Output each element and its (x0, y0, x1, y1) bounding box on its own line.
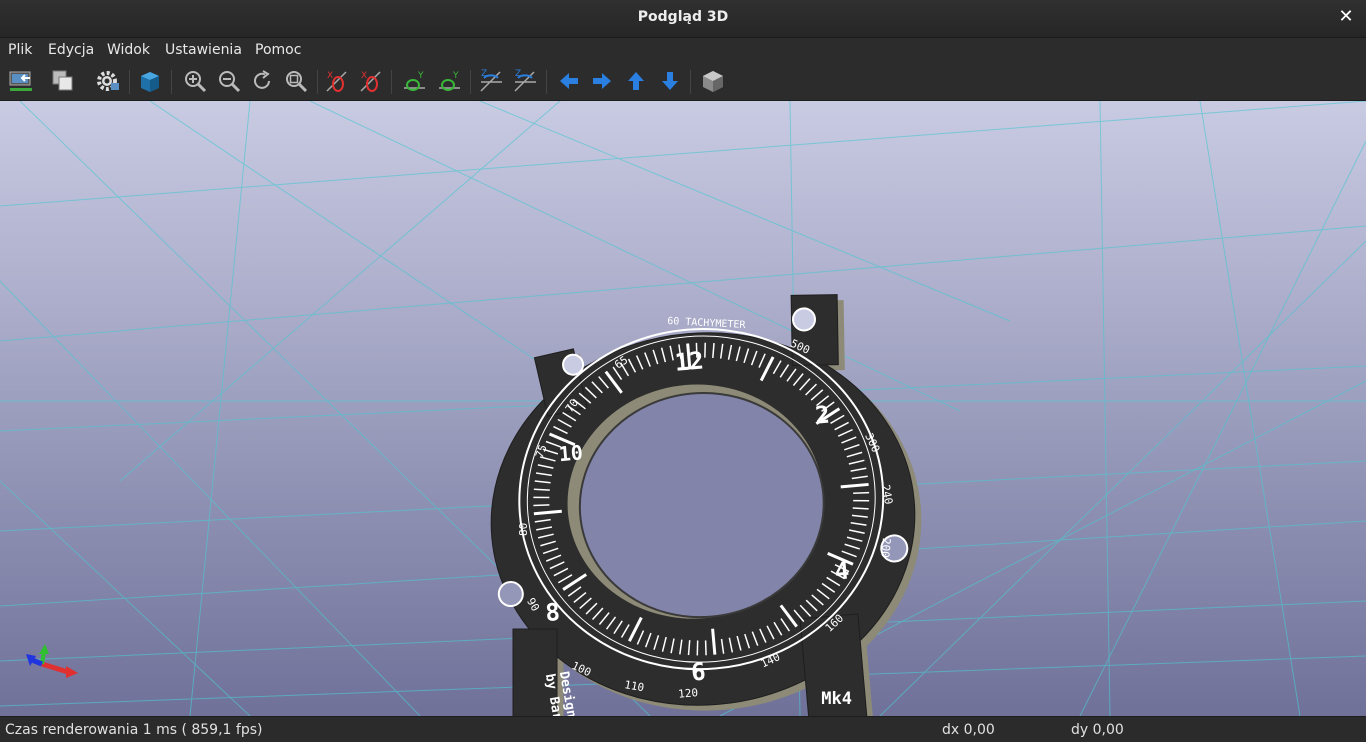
zoom-fit-icon (286, 71, 308, 93)
title-bar: Podgląd 3D ✕ (0, 0, 1366, 38)
menu-edycja[interactable]: Edycja (48, 42, 94, 58)
rotate-x-ccw-button[interactable]: X (356, 66, 386, 96)
move-up-icon (628, 72, 644, 90)
rotate-x-cw-button[interactable]: X (322, 66, 352, 96)
dial-numeral-8: 8 (544, 598, 561, 627)
svg-text:X: X (361, 71, 367, 81)
rotate-y-cw-button[interactable]: Y (399, 66, 429, 96)
toolbar: X X Y Y Z Z (0, 64, 1366, 101)
rotate-x-ccw-icon: X (360, 71, 381, 92)
rotate-z-cw-button[interactable]: Z (476, 66, 506, 96)
scale-200: 200 (878, 537, 893, 558)
rotate-z-ccw-button[interactable]: Z (510, 66, 540, 96)
svg-text:Y: Y (452, 71, 459, 81)
copy-image-button[interactable] (48, 66, 78, 96)
rotate-z-ccw-icon: Z (514, 69, 536, 92)
settings-gear-icon (97, 71, 119, 91)
window-title: Podgląd 3D (637, 9, 729, 25)
dial-numeral-6: 6 (690, 657, 707, 686)
menu-widok[interactable]: Widok (107, 42, 150, 58)
menu-pomoc[interactable]: Pomoc (255, 42, 301, 58)
dx-readout: dx 0,00 (942, 722, 995, 738)
toolbar-separator (317, 70, 318, 94)
toolbar-separator (470, 70, 471, 94)
render-button[interactable] (135, 66, 165, 96)
menu-plik[interactable]: Plik (8, 42, 32, 58)
scale-80: 80 (517, 523, 530, 536)
lug-hole (497, 581, 524, 608)
zoom-in-button[interactable] (180, 66, 210, 96)
status-bar: Czas renderowania 1 ms ( 859,1 fps) dx 0… (0, 716, 1366, 742)
redraw-icon (254, 70, 270, 89)
menu-ustawienia[interactable]: Ustawienia (165, 42, 242, 58)
lug-hole (791, 307, 816, 332)
menu-bar: Plik Edycja Widok Ustawienia Pomoc (0, 38, 1366, 64)
svg-text:X: X (327, 71, 333, 81)
rotate-y-ccw-button[interactable]: Y (434, 66, 464, 96)
home-view-icon (703, 71, 723, 92)
settings-button[interactable] (92, 66, 122, 96)
rotate-x-cw-icon: X (326, 71, 347, 92)
toolbar-separator (546, 70, 547, 94)
toolbar-separator (690, 70, 691, 94)
move-down-icon (662, 72, 678, 90)
dy-readout: dy 0,00 (1071, 722, 1124, 738)
svg-text:Z: Z (481, 69, 487, 79)
redraw-button[interactable] (247, 66, 277, 96)
rotate-y-cw-icon: Y (404, 71, 425, 91)
reload-board-icon (9, 71, 32, 91)
home-view-button[interactable] (698, 66, 728, 96)
svg-text:Y: Y (417, 71, 424, 81)
reload-board-button[interactable] (6, 66, 36, 96)
zoom-out-button[interactable] (214, 66, 244, 96)
rotate-z-cw-icon: Z (480, 69, 502, 92)
render-cube-icon (141, 72, 159, 92)
close-button[interactable]: ✕ (1336, 7, 1356, 27)
rotate-y-ccw-icon: Y (439, 71, 460, 91)
dial-numeral-10: 10 (558, 440, 584, 466)
zoom-fit-button[interactable] (281, 66, 311, 96)
scene-canvas[interactable]: 12 2 4 6 8 10 60 TACHYMETER 500 300 240 … (0, 101, 1366, 716)
dial-numeral-2: 2 (814, 401, 831, 430)
move-down-button[interactable] (655, 66, 685, 96)
move-right-icon (593, 73, 611, 89)
render-time-label: Czas renderowania 1 ms ( 859,1 fps) (5, 722, 263, 738)
dial-numeral-4: 4 (834, 557, 851, 586)
lug-label-mk4: Mk4 (821, 689, 852, 709)
toolbar-separator (129, 70, 130, 94)
move-right-button[interactable] (587, 66, 617, 96)
scale-120: 120 (678, 686, 699, 701)
zoom-in-icon (185, 71, 207, 93)
zoom-out-icon (219, 71, 241, 93)
move-up-button[interactable] (621, 66, 651, 96)
3d-viewport[interactable]: 12 2 4 6 8 10 60 TACHYMETER 500 300 240 … (0, 101, 1366, 716)
move-left-icon (560, 73, 578, 89)
svg-text:Z: Z (515, 69, 521, 79)
copy-image-icon (52, 70, 73, 91)
dial-numeral-12: 12 (674, 346, 705, 376)
move-left-button[interactable] (554, 66, 584, 96)
toolbar-separator (391, 70, 392, 94)
toolbar-separator (171, 70, 172, 94)
